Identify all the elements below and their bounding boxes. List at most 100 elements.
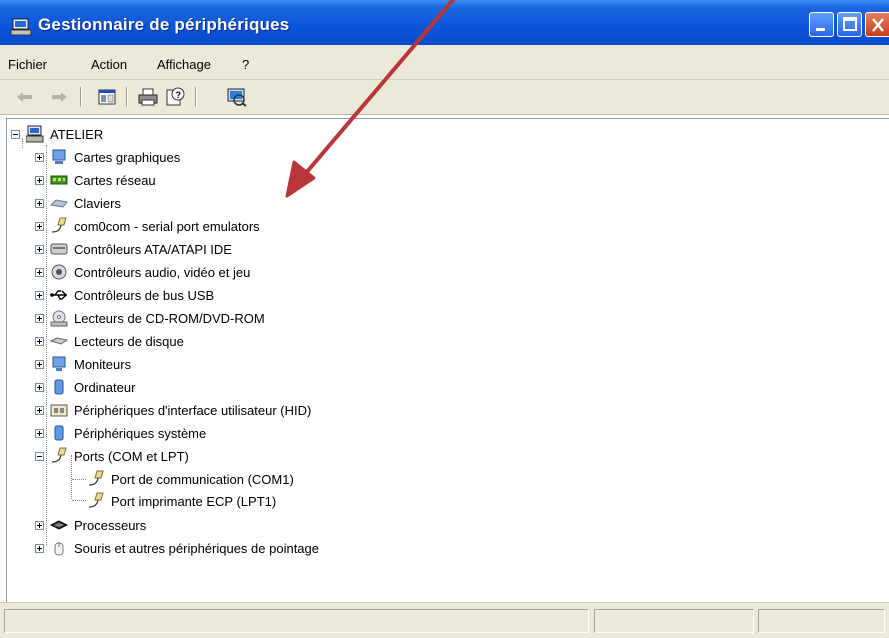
menu-bar: Fichier Action Affichage ?	[0, 45, 889, 80]
audio-icon	[51, 264, 67, 280]
expand-toggle[interactable]	[35, 428, 44, 438]
tree-item-label: Ports (COM et LPT)	[74, 448, 189, 464]
tree-item[interactable]: Périphériques d'interface utilisateur (H…	[35, 400, 311, 420]
expand-toggle[interactable]	[35, 152, 44, 162]
usb-icon	[50, 290, 67, 300]
device-manager-icon	[10, 18, 32, 36]
menu-fichier[interactable]: Fichier	[8, 57, 47, 72]
collapse-toggle[interactable]	[11, 129, 20, 139]
port-connector-icon	[51, 447, 67, 463]
collapse-toggle[interactable]	[35, 451, 44, 461]
tree-item[interactable]: Ordinateur	[35, 377, 135, 397]
tree-item-label: Cartes graphiques	[74, 149, 181, 165]
back-arrow-icon[interactable]	[14, 87, 36, 107]
toolbar-separator	[126, 87, 128, 107]
expand-toggle[interactable]	[35, 198, 44, 208]
port-connector-icon	[51, 217, 67, 233]
expand-toggle[interactable]	[35, 336, 44, 346]
tree-item[interactable]: Contrôleurs audio, vidéo et jeu	[35, 262, 250, 282]
close-icon	[872, 18, 884, 32]
expand-toggle[interactable]	[35, 267, 44, 277]
expand-toggle[interactable]	[35, 244, 44, 254]
expand-toggle[interactable]	[35, 221, 44, 231]
status-panel	[594, 609, 754, 633]
processor-icon	[50, 520, 68, 530]
cdrom-icon	[50, 310, 68, 327]
tree-item-label: Processeurs	[74, 517, 147, 533]
menu-action[interactable]: Action	[91, 57, 127, 72]
maximize-button[interactable]	[837, 12, 862, 37]
tree-item[interactable]: Contrôleurs de bus USB	[35, 285, 214, 305]
tree-item-label: Cartes réseau	[74, 172, 156, 188]
tree-item[interactable]: Périphériques système	[35, 423, 206, 443]
title-bar[interactable]: Gestionnaire de périphériques	[0, 0, 889, 45]
tree-item-label: Ordinateur	[74, 379, 136, 395]
toolbar: ?	[0, 80, 889, 115]
status-panel	[758, 609, 885, 633]
tree-item-label: Contrôleurs audio, vidéo et jeu	[74, 264, 251, 280]
help-properties-icon[interactable]: ?	[164, 87, 186, 107]
expand-toggle[interactable]	[35, 359, 44, 369]
tree-item-label: Contrôleurs ATA/ATAPI IDE	[74, 241, 232, 257]
status-bar	[0, 602, 889, 638]
tree-item-label: Périphériques d'interface utilisateur (H…	[74, 402, 312, 418]
tree-item-label: Lecteurs de CD-ROM/DVD-ROM	[74, 310, 265, 326]
svg-text:?: ?	[176, 90, 182, 100]
tree-child-item[interactable]: Port imprimante ECP (LPT1)	[81, 491, 276, 511]
system-device-icon	[54, 425, 64, 441]
expand-toggle[interactable]	[35, 382, 44, 392]
menu-help[interactable]: ?	[242, 57, 249, 72]
computer-icon	[26, 125, 44, 143]
scan-hardware-icon[interactable]	[226, 87, 248, 107]
tree-item-expanded[interactable]: Ports (COM et LPT)	[35, 446, 189, 466]
forward-arrow-icon[interactable]	[48, 87, 70, 107]
tree-item-label: Port de communication (COM1)	[111, 471, 294, 487]
expand-toggle[interactable]	[35, 405, 44, 415]
tree-item-label: Port imprimante ECP (LPT1)	[111, 493, 277, 509]
mouse-icon	[54, 542, 64, 556]
tree-item[interactable]: com0com - serial port emulators	[35, 216, 260, 236]
device-tree-panel[interactable]: ATELIER Cartes graphiques Cartes réseau …	[6, 118, 889, 603]
monitor-icon	[52, 356, 66, 371]
tree-item[interactable]: Cartes graphiques	[35, 147, 180, 167]
keyboard-icon	[50, 199, 68, 208]
print-icon[interactable]	[137, 87, 159, 107]
status-panel-main	[4, 609, 589, 633]
menu-affichage[interactable]: Affichage	[157, 57, 211, 72]
port-connector-icon	[88, 492, 104, 508]
expand-toggle[interactable]	[35, 520, 44, 530]
tree-item[interactable]: Moniteurs	[35, 354, 131, 374]
expand-toggle[interactable]	[35, 313, 44, 323]
expand-toggle[interactable]	[35, 543, 44, 553]
minimize-button[interactable]	[809, 12, 834, 37]
tree-item[interactable]: Souris et autres périphériques de pointa…	[35, 538, 319, 558]
hid-icon	[50, 404, 68, 417]
tree-item-label: Contrôleurs de bus USB	[74, 287, 215, 303]
tree-root-label: ATELIER	[50, 126, 104, 142]
minimize-icon	[816, 28, 825, 31]
tree-root[interactable]: ATELIER	[11, 124, 103, 144]
expand-toggle[interactable]	[35, 290, 44, 300]
disk-drive-icon	[50, 337, 68, 345]
close-button[interactable]	[865, 12, 889, 37]
tree-item-label: Périphériques système	[74, 425, 207, 441]
computer-icon	[54, 379, 64, 395]
tree-child-item[interactable]: Port de communication (COM1)	[81, 469, 294, 489]
toolbar-separator	[195, 87, 197, 107]
tree-item-label: Souris et autres périphériques de pointa…	[74, 540, 319, 556]
tree-item[interactable]: Lecteurs de disque	[35, 331, 184, 351]
tree-item[interactable]: Processeurs	[35, 515, 146, 535]
tree-item[interactable]: Lecteurs de CD-ROM/DVD-ROM	[35, 308, 265, 328]
window-title: Gestionnaire de périphériques	[38, 15, 290, 34]
port-connector-icon	[88, 470, 104, 486]
tree-item-label: Claviers	[74, 195, 121, 211]
tree-item[interactable]: Claviers	[35, 193, 121, 213]
tree-item[interactable]: Contrôleurs ATA/ATAPI IDE	[35, 239, 232, 259]
expand-toggle[interactable]	[35, 175, 44, 185]
tree-item-label: com0com - serial port emulators	[74, 218, 260, 234]
tree-item[interactable]: Cartes réseau	[35, 170, 156, 190]
properties-pane-icon[interactable]	[96, 87, 118, 107]
tree-item-label: Lecteurs de disque	[74, 333, 184, 349]
ide-controller-icon	[50, 243, 68, 255]
network-card-icon	[50, 175, 68, 185]
